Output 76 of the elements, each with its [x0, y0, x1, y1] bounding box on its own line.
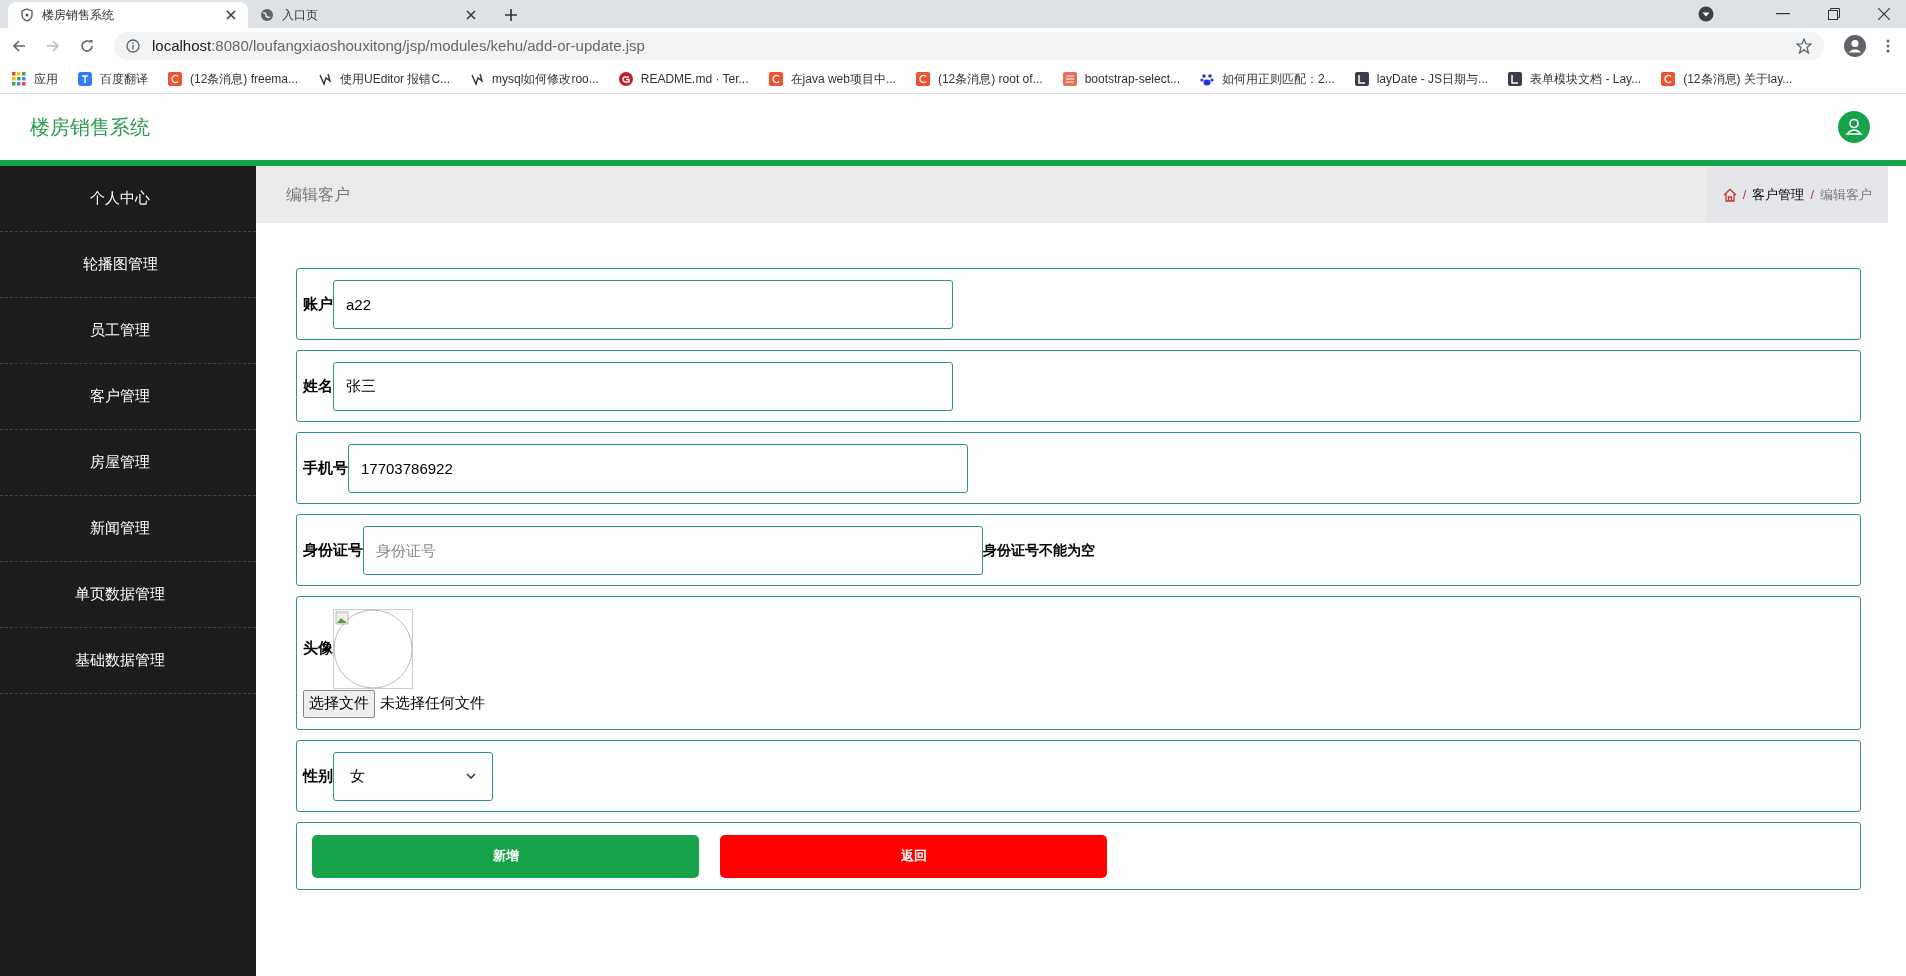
- back-button[interactable]: 返回: [720, 834, 1107, 878]
- breadcrumb-separator: /: [1742, 185, 1747, 204]
- breadcrumb-separator: /: [1810, 185, 1814, 204]
- field-label: 头像: [303, 638, 333, 659]
- minimize-icon[interactable]: [1776, 13, 1790, 15]
- c-logo-icon: [768, 71, 783, 86]
- quill-icon: [470, 71, 485, 86]
- sidebar-item[interactable]: 员工管理: [90, 319, 166, 342]
- field-label: 姓名: [303, 375, 333, 396]
- bookmark[interactable]: 百度翻译: [78, 69, 148, 88]
- bookmark[interactable]: (12条消息) 关于lay...: [1661, 69, 1793, 88]
- url-text: localhost:8080/loufangxiaoshouxitong/jsp/modules/kehu/add-or-update.jsp: [152, 35, 646, 56]
- bookmark[interactable]: (12条消息) root of...: [915, 69, 1043, 88]
- bookmark[interactable]: bootstrap-select...: [1062, 69, 1180, 88]
- input-field[interactable]: 张三: [333, 361, 953, 411]
- select-field[interactable]: 女: [333, 751, 493, 801]
- reload-icon[interactable]: [80, 39, 94, 53]
- field-label: 身份证号: [303, 539, 363, 560]
- breadcrumb-link[interactable]: 客户管理: [1752, 184, 1805, 205]
- plus-icon[interactable]: [504, 8, 518, 22]
- field-label: 性别: [303, 765, 333, 786]
- sidebar-item[interactable]: 新闻管理: [90, 517, 166, 540]
- close-icon[interactable]: [226, 10, 236, 20]
- input-field[interactable]: a22: [333, 279, 953, 329]
- close-icon[interactable]: [1878, 8, 1890, 20]
- bookmark[interactable]: (12条消息) freema...: [168, 69, 299, 88]
- menu-icon[interactable]: [1886, 39, 1890, 53]
- bookmark[interactable]: 使用UEditor 报错C...: [318, 69, 451, 88]
- user-avatar-icon[interactable]: [1838, 111, 1870, 143]
- page-title: 编辑客户: [286, 184, 351, 205]
- profile-icon[interactable]: [1844, 35, 1866, 57]
- sidebar-item[interactable]: 客户管理: [90, 385, 166, 408]
- apps-grid-icon: [12, 71, 26, 86]
- l-logo-icon: [1508, 71, 1523, 86]
- quill-icon: [318, 71, 333, 86]
- sidebar-item[interactable]: 轮播图管理: [82, 253, 174, 276]
- bookmark[interactable]: mysql如何修改roo...: [470, 69, 599, 88]
- choose-file-button[interactable]: 选择文件: [303, 689, 375, 718]
- input-field[interactable]: 17703786922: [348, 443, 968, 493]
- g-logo-icon: [618, 71, 633, 86]
- sidebar-item[interactable]: 基础数据管理: [75, 649, 181, 672]
- bookmark[interactable]: 如何用正则匹配：2...: [1200, 69, 1335, 88]
- c-logo-icon: [1661, 71, 1676, 86]
- address-bar[interactable]: localhost:8080/loufangxiaoshouxitong/jsp/modules/kehu/add-or-update.jsp: [114, 32, 1824, 60]
- browser-tab[interactable]: 入口页: [248, 2, 488, 28]
- sidebar-item[interactable]: 单页数据管理: [75, 583, 181, 606]
- l-logo-icon: [1354, 71, 1369, 86]
- shield-icon: [20, 8, 34, 22]
- breadcrumb-current: 编辑客户: [1820, 185, 1872, 204]
- app-title: 楼房销售系统: [30, 115, 151, 140]
- bookmark[interactable]: README.md · Ter...: [618, 69, 749, 88]
- c-logo-icon: [168, 71, 182, 86]
- c-logo-icon: [915, 71, 930, 86]
- error-message: 身份证号不能为空: [983, 540, 1095, 560]
- input-field[interactable]: 身份证号: [363, 525, 983, 575]
- back-icon[interactable]: [12, 39, 26, 53]
- sidebar-item[interactable]: 房屋管理: [90, 451, 166, 474]
- chevron-down-icon: [466, 773, 476, 779]
- home-icon[interactable]: [1722, 187, 1737, 202]
- star-icon[interactable]: [1796, 38, 1812, 54]
- bookmark[interactable]: 表单模块文档 - Lay...: [1508, 69, 1642, 88]
- dropdown-icon[interactable]: [1698, 6, 1714, 22]
- file-status: 未选择任何文件: [380, 693, 485, 714]
- close-icon[interactable]: [466, 10, 476, 20]
- field-label: 手机号: [303, 457, 348, 478]
- field-label: 账户: [303, 293, 333, 314]
- bookmark[interactable]: layDate - JS日期与...: [1354, 69, 1489, 88]
- translate-icon: [78, 71, 92, 86]
- info-icon: [126, 39, 140, 53]
- bookmark[interactable]: 在java web项目中...: [768, 69, 896, 88]
- restore-icon[interactable]: [1828, 8, 1840, 20]
- browser-tab[interactable]: 楼房销售系统: [8, 2, 248, 28]
- list-icon: [1062, 71, 1077, 86]
- sidebar-item[interactable]: 个人中心: [90, 187, 166, 210]
- paw-icon: [1200, 71, 1214, 86]
- bookmark[interactable]: 应用: [12, 69, 58, 88]
